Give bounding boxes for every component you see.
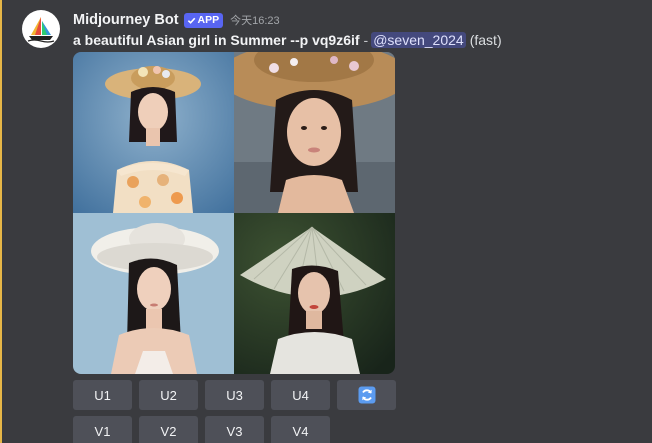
v1-button[interactable]: V1	[73, 416, 132, 443]
v2-button[interactable]: V2	[139, 416, 198, 443]
upscale-button-row: U1 U2 U3 U4	[73, 380, 396, 410]
image-grid[interactable]	[73, 52, 395, 374]
generation-speed: (fast)	[469, 32, 502, 48]
prompt-text: a beautiful Asian girl in Summer --p vq9…	[73, 32, 360, 48]
u4-button[interactable]: U4	[271, 380, 330, 410]
u1-button[interactable]: U1	[73, 380, 132, 410]
message-timestamp[interactable]: 今天16:23	[230, 12, 280, 28]
u3-button[interactable]: U3	[205, 380, 264, 410]
prompt-separator: -	[363, 32, 369, 48]
message-highlight-bar	[0, 0, 2, 443]
checkmark-icon	[187, 17, 195, 24]
u2-button[interactable]: U2	[139, 380, 198, 410]
image-2[interactable]	[234, 52, 395, 213]
image-4[interactable]	[234, 213, 395, 374]
variation-button-row: V1 V2 V3 V4	[73, 416, 330, 443]
v4-button[interactable]: V4	[271, 416, 330, 443]
user-mention[interactable]: @seven_2024	[371, 32, 466, 48]
prompt-line: a beautiful Asian girl in Summer --p vq9…	[73, 31, 502, 49]
reroll-button[interactable]	[337, 380, 396, 410]
refresh-icon	[358, 386, 375, 404]
image-1[interactable]	[73, 52, 234, 213]
app-badge: APP	[183, 12, 224, 28]
bot-avatar[interactable]	[22, 10, 60, 48]
app-badge-label: APP	[197, 14, 220, 26]
bot-username[interactable]: Midjourney Bot	[73, 12, 179, 28]
image-3[interactable]	[73, 213, 234, 374]
chat-message-panel: Midjourney Bot APP 今天16:23 a beautiful A…	[0, 0, 652, 443]
sailboat-logo-icon	[27, 17, 55, 43]
message-header: Midjourney Bot APP 今天16:23	[73, 10, 280, 30]
v3-button[interactable]: V3	[205, 416, 264, 443]
